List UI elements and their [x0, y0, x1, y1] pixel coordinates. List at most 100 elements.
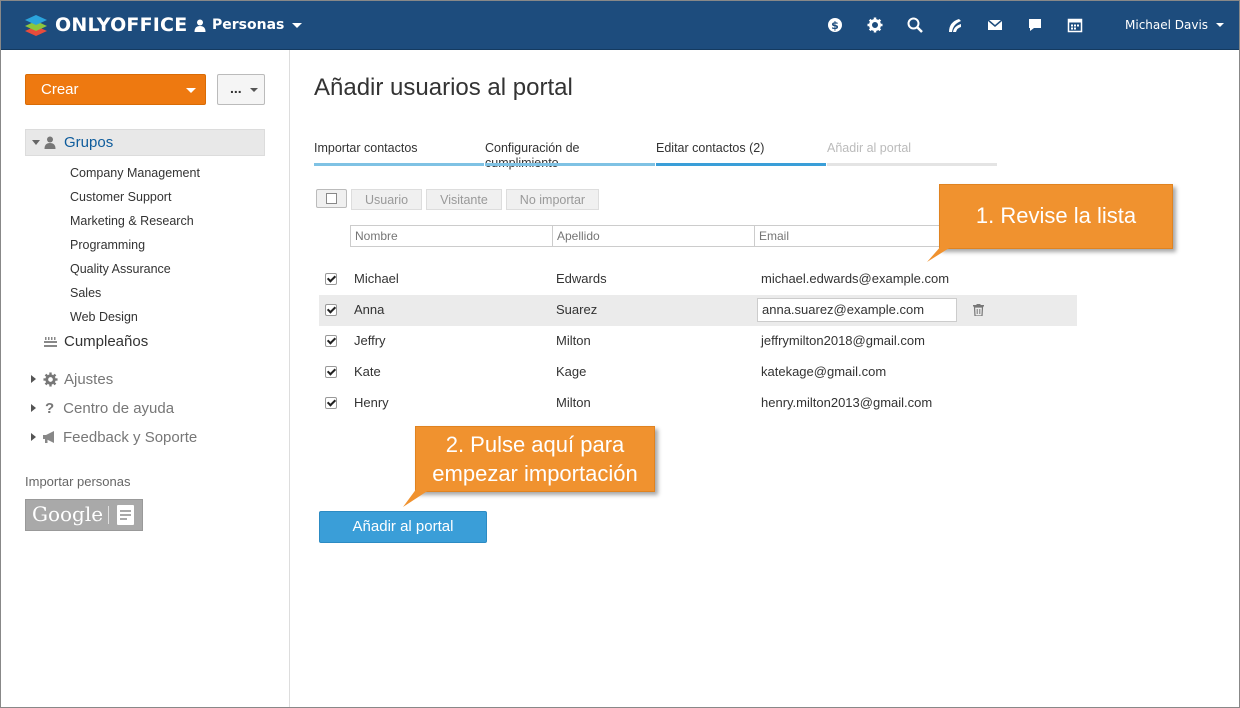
sidebar: Crear ... Grupos Company Management Cust…: [1, 50, 290, 707]
add-to-portal-button[interactable]: Añadir al portal: [319, 511, 487, 543]
help-label: Centro de ayuda: [63, 400, 175, 417]
step-progress-bar: [314, 163, 484, 166]
sidebar-group-item[interactable]: Sales: [70, 283, 200, 307]
select-all-checkbox[interactable]: [316, 189, 347, 208]
first-name-cell: Henry: [354, 395, 389, 410]
sidebar-group-item[interactable]: Marketing & Research: [70, 211, 200, 235]
last-name-cell: Suarez: [556, 302, 598, 317]
currency-icon[interactable]: $: [825, 15, 845, 35]
email-edit-field[interactable]: anna.suarez@example.com: [757, 298, 957, 322]
table-row[interactable]: Henry Milton henry.milton2013@gmail.com: [319, 388, 1077, 419]
sidebar-group-item[interactable]: Programming: [70, 235, 200, 259]
set-visitor-button[interactable]: Visitante: [426, 189, 502, 210]
calendar-icon[interactable]: [1065, 15, 1085, 35]
svg-text:$: $: [831, 19, 839, 32]
table-row[interactable]: Jeffry Milton jeffrymilton2018@gmail.com: [319, 326, 1077, 357]
google-import-button[interactable]: Google: [25, 499, 143, 531]
search-icon[interactable]: [905, 15, 925, 35]
step-label: Editar contactos (2): [656, 141, 765, 155]
no-import-button[interactable]: No importar: [505, 189, 600, 210]
sidebar-item-groups[interactable]: Grupos: [25, 129, 265, 156]
first-name-cell: Anna: [354, 302, 385, 317]
logo-text: ONLYOFFICE: [55, 14, 188, 36]
question-icon: ?: [45, 400, 55, 417]
groups-list: Company Management Customer Support Mark…: [70, 163, 200, 331]
onlyoffice-logo-icon: [25, 15, 47, 36]
gear-icon: [43, 372, 58, 387]
divider: [108, 506, 109, 524]
chevron-down-icon: [292, 22, 303, 28]
row-checkbox[interactable]: [325, 335, 337, 347]
sidebar-item-birthdays[interactable]: Cumpleaños: [44, 333, 148, 350]
last-name-cell: Kage: [556, 364, 587, 379]
chevron-down-icon: [186, 88, 196, 93]
sidebar-group-item[interactable]: Company Management: [70, 163, 200, 187]
step-label: Añadir al portal: [827, 141, 912, 155]
row-checkbox[interactable]: [325, 273, 337, 285]
expand-triangle-icon: [31, 433, 36, 441]
last-name-cell: Milton: [556, 395, 591, 410]
email-cell: katekage@gmail.com: [761, 364, 887, 379]
logo[interactable]: ONLYOFFICE: [23, 12, 187, 38]
sidebar-item-help[interactable]: ? Centro de ayuda: [31, 400, 174, 417]
settings-gear-icon[interactable]: [865, 15, 885, 35]
module-selector[interactable]: Personas: [194, 17, 303, 33]
sidebar-group-item[interactable]: Quality Assurance: [70, 259, 200, 283]
step-label: Importar contactos: [314, 141, 418, 155]
trash-icon[interactable]: [973, 304, 984, 316]
step-progress-bar: [827, 163, 997, 166]
groups-label: Grupos: [64, 134, 114, 151]
top-icons: $: [825, 15, 1085, 35]
document-icon: [117, 505, 134, 525]
email-cell: jeffrymilton2018@gmail.com: [761, 333, 925, 348]
person-icon: [194, 19, 206, 32]
callout-pointer: [403, 488, 432, 507]
step-progress-bar: [485, 163, 655, 166]
top-bar: ONLYOFFICE Personas $ Michael Davis: [1, 1, 1239, 50]
settings-label: Ajustes: [64, 371, 114, 388]
page-title: Añadir usuarios al portal: [314, 74, 573, 101]
feed-icon[interactable]: [945, 15, 965, 35]
callout-pointer: [927, 245, 954, 262]
chevron-down-icon: [250, 88, 258, 92]
last-name-filter-input[interactable]: [552, 225, 755, 247]
sidebar-item-feedback[interactable]: Feedback y Soporte: [31, 429, 197, 446]
callout-text-line1: 2. Pulse aquí para: [445, 432, 625, 457]
set-user-button[interactable]: Usuario: [351, 189, 423, 210]
create-button-label: Crear: [41, 81, 79, 98]
row-checkbox[interactable]: [325, 366, 337, 378]
review-list-callout: 1. Revise la lista: [939, 184, 1173, 249]
create-button[interactable]: Crear: [25, 74, 206, 105]
table-row[interactable]: Anna Suarez anna.suarez@example.com: [319, 295, 1077, 326]
email-filter-input[interactable]: [754, 225, 957, 247]
sidebar-item-settings[interactable]: Ajustes: [31, 371, 113, 388]
sidebar-group-item[interactable]: Customer Support: [70, 187, 200, 211]
expand-triangle-icon[interactable]: [32, 140, 40, 145]
sidebar-group-item[interactable]: Web Design: [70, 307, 200, 331]
google-label: Google: [32, 502, 104, 526]
chevron-down-icon: [1216, 23, 1225, 27]
mail-icon[interactable]: [985, 15, 1005, 35]
start-import-callout: 2. Pulse aquí para empezar importación: [415, 426, 655, 492]
table-row[interactable]: Michael Edwards michael.edwards@example.…: [319, 264, 1077, 295]
person-icon: [44, 136, 56, 149]
table-row[interactable]: Kate Kage katekage@gmail.com: [319, 357, 1077, 388]
app-window: ONLYOFFICE Personas $ Michael Davis Crea…: [0, 0, 1240, 708]
birthdays-label: Cumpleaños: [64, 333, 149, 350]
user-menu[interactable]: Michael Davis: [1125, 18, 1225, 32]
first-name-cell: Kate: [354, 364, 381, 379]
step-import-contacts: Importar contactos: [314, 141, 484, 166]
step-add-to-portal: Añadir al portal: [827, 141, 997, 166]
step-progress-bar: [656, 163, 826, 166]
first-name-filter-input[interactable]: [350, 225, 553, 247]
step-compliance-settings: Configuración de cumplimiento: [485, 141, 655, 171]
row-checkbox[interactable]: [325, 304, 337, 316]
chat-icon[interactable]: [1025, 15, 1045, 35]
row-checkbox[interactable]: [325, 397, 337, 409]
first-name-cell: Jeffry: [354, 333, 386, 348]
expand-triangle-icon: [31, 375, 36, 383]
more-actions-button[interactable]: ...: [217, 74, 265, 105]
megaphone-icon: [43, 431, 54, 443]
last-name-cell: Milton: [556, 333, 591, 348]
module-name: Personas: [212, 17, 285, 33]
